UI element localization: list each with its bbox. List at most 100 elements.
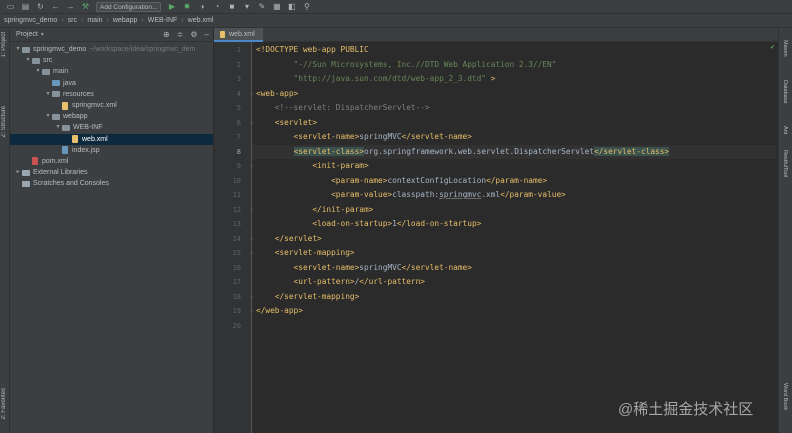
breadcrumb-web-xml[interactable]: web.xml — [188, 17, 214, 24]
folder-icon — [52, 80, 60, 87]
inspection-ok-icon[interactable]: ✔ — [770, 44, 776, 51]
back-icon[interactable]: ← — [51, 2, 60, 11]
code-area[interactable]: <!DOCTYPE web-app PUBLIC "-//Sun Microsy… — [252, 42, 776, 433]
sync-icon[interactable]: ↻ — [36, 2, 45, 11]
tree-item[interactable]: ▾ springmvc_demo ~/workspace/idea/springmv… — [10, 44, 213, 55]
code-token: <param-value> — [256, 190, 393, 199]
code-token: <servlet-name> — [256, 262, 360, 272]
line-number: 20 — [232, 321, 241, 330]
tab-ant[interactable]: Ant — [782, 126, 788, 134]
fold-marker-icon[interactable]: ◇ — [250, 207, 254, 213]
breadcrumb-src[interactable]: src — [68, 17, 77, 24]
code-token: <servlet-mapping> — [256, 248, 355, 257]
tree-item[interactable]: ▾ webapp — [10, 111, 213, 122]
forward-icon[interactable]: → — [66, 2, 75, 11]
tab-database[interactable]: Database — [782, 80, 788, 104]
tree-item[interactable]: pom.xml — [10, 156, 213, 167]
stop-icon[interactable]: ■ — [227, 2, 236, 11]
run-configuration-dropdown[interactable]: Add Configuration... — [96, 1, 162, 12]
tree-item[interactable]: index.jsp — [10, 145, 213, 156]
tab-favorites[interactable]: 2: Favorites — [1, 388, 7, 419]
fold-marker-icon[interactable]: ◇ — [250, 250, 254, 256]
project-structure-icon[interactable]: ▦ — [272, 2, 281, 11]
chevron-right-icon: › — [141, 17, 144, 24]
fold-marker-icon[interactable]: ◇ — [250, 308, 254, 314]
code-line: <servlet-mapping> — [256, 246, 355, 261]
vcs-icon[interactable]: ▾ — [242, 2, 251, 11]
chevron-right-icon: › — [61, 17, 64, 24]
code-token: springmvc — [439, 190, 482, 199]
folder-open-icon[interactable]: ▭ — [6, 2, 15, 11]
code-token: contextConfigLocation — [387, 175, 487, 185]
code-line: </web-app> — [256, 304, 303, 319]
breadcrumb-webapp[interactable]: webapp — [113, 17, 138, 24]
hide-icon[interactable]: – — [205, 30, 209, 39]
code-editor[interactable]: 1 2 3 4 ◇ 5 6 ◇ 7 8 9 ◇ 10 11 12 ◇ 13 14 ◇ 15 ◇ 16 17 18 ◇ 19 ◇ 20 … — [214, 42, 778, 433]
code-token: "http://java.sun.com/dtd/web-app_2_3.dtd… — [256, 74, 487, 83]
code-line: <!--servlet: DispatcherServlet--> — [256, 101, 430, 116]
save-icon[interactable]: ▤ — [21, 2, 30, 11]
folder-icon — [52, 113, 60, 120]
tree-item[interactable]: ▾ WEB-INF — [10, 122, 213, 133]
tree-item[interactable]: Scratches and Consoles — [10, 178, 213, 189]
tab-project[interactable]: 1: Project — [1, 32, 7, 57]
fold-marker-icon[interactable]: ◇ — [250, 91, 254, 97]
tree-item[interactable]: web.xml — [10, 133, 213, 145]
chevron-down-icon[interactable]: ▾ — [14, 44, 22, 55]
fold-marker-icon[interactable]: ◇ — [250, 236, 254, 242]
tab-restful-tool[interactable]: RestfulTool — [782, 150, 788, 177]
tree-item[interactable]: springmvc.xml — [10, 100, 213, 111]
chevron-down-icon[interactable]: ▾ — [44, 111, 52, 122]
breadcrumb-main[interactable]: main — [87, 17, 102, 24]
fold-marker-icon[interactable]: ◇ — [250, 163, 254, 169]
fold-marker-icon[interactable]: ◇ — [250, 120, 254, 126]
debug-icon[interactable]: ✹ — [182, 2, 191, 11]
tab-structure[interactable]: Z: Structure — [1, 106, 7, 137]
tab-web-xml[interactable]: web.xml — [214, 28, 263, 42]
code-token: "-//Sun Microsystems, Inc.//DTD Web Appl… — [256, 59, 557, 69]
line-number: 17 — [232, 278, 241, 286]
tab-label: web.xml — [229, 30, 255, 38]
code-token: </load-on-startup> — [396, 219, 482, 228]
fold-marker-icon[interactable]: ◇ — [250, 294, 254, 300]
tree-item[interactable]: ▾ src — [10, 55, 213, 66]
locate-icon[interactable]: ⊕ — [163, 30, 170, 39]
chevron-down-icon[interactable]: ▾ — [54, 122, 62, 133]
chevron-down-icon[interactable]: ▾ — [44, 89, 52, 100]
profile-icon[interactable]: ◔ — [212, 2, 221, 11]
left-tool-strip: 1: Project Z: Structure 2: Favorites — [0, 28, 10, 433]
collapse-all-icon[interactable]: ≑ — [177, 30, 184, 39]
code-line: </servlet-mapping> — [256, 290, 360, 305]
code-token: <web-app> — [256, 88, 299, 98]
tree-item-label: src — [43, 57, 53, 65]
project-view-selector[interactable]: Project — [16, 31, 38, 38]
tree-item[interactable]: ▸ External Libraries — [10, 167, 213, 178]
tree-item[interactable]: ▾ main — [10, 66, 213, 77]
folder-icon — [32, 57, 40, 64]
plugin-icon[interactable]: ◧ — [287, 2, 296, 11]
run-icon[interactable]: ▶ — [167, 2, 176, 11]
tree-item-path: ~/workspace/idea/springmvc_dem — [89, 46, 196, 53]
chevron-down-icon[interactable]: ▾ — [24, 55, 32, 66]
tree-item[interactable]: ▾ resources — [10, 89, 213, 100]
coverage-icon[interactable]: ◑ — [197, 2, 206, 11]
chevron-down-icon[interactable]: ▾ — [41, 31, 44, 38]
code-token: </servlet-mapping> — [256, 291, 360, 301]
code-line: <servlet-class>org.springframework.web.s… — [252, 144, 776, 159]
chevron-down-icon[interactable]: ▾ — [34, 66, 42, 77]
watermark: @稀土掘金技术社区 — [618, 401, 754, 418]
line-number: 7 — [236, 133, 241, 141]
chevron-right-icon[interactable]: ▸ — [14, 167, 22, 178]
breadcrumb-web-inf[interactable]: WEB-INF — [148, 17, 178, 24]
line-number: 19 — [232, 307, 241, 315]
gear-icon[interactable]: ⚙ — [190, 30, 197, 39]
breadcrumb-project[interactable]: springmvc_demo — [4, 17, 57, 24]
code-token: <servlet-class> — [293, 146, 364, 156]
line-number: 15 — [232, 249, 241, 257]
tab-word-book[interactable]: Word Book — [782, 383, 788, 410]
tab-maven[interactable]: Maven — [782, 40, 788, 57]
tree-item[interactable]: java — [10, 78, 213, 89]
search-everywhere-icon[interactable]: ⚲ — [302, 2, 311, 11]
build-hammer-icon[interactable]: ⚒ — [81, 2, 90, 11]
settings-wrench-icon[interactable]: ✎ — [257, 2, 266, 11]
